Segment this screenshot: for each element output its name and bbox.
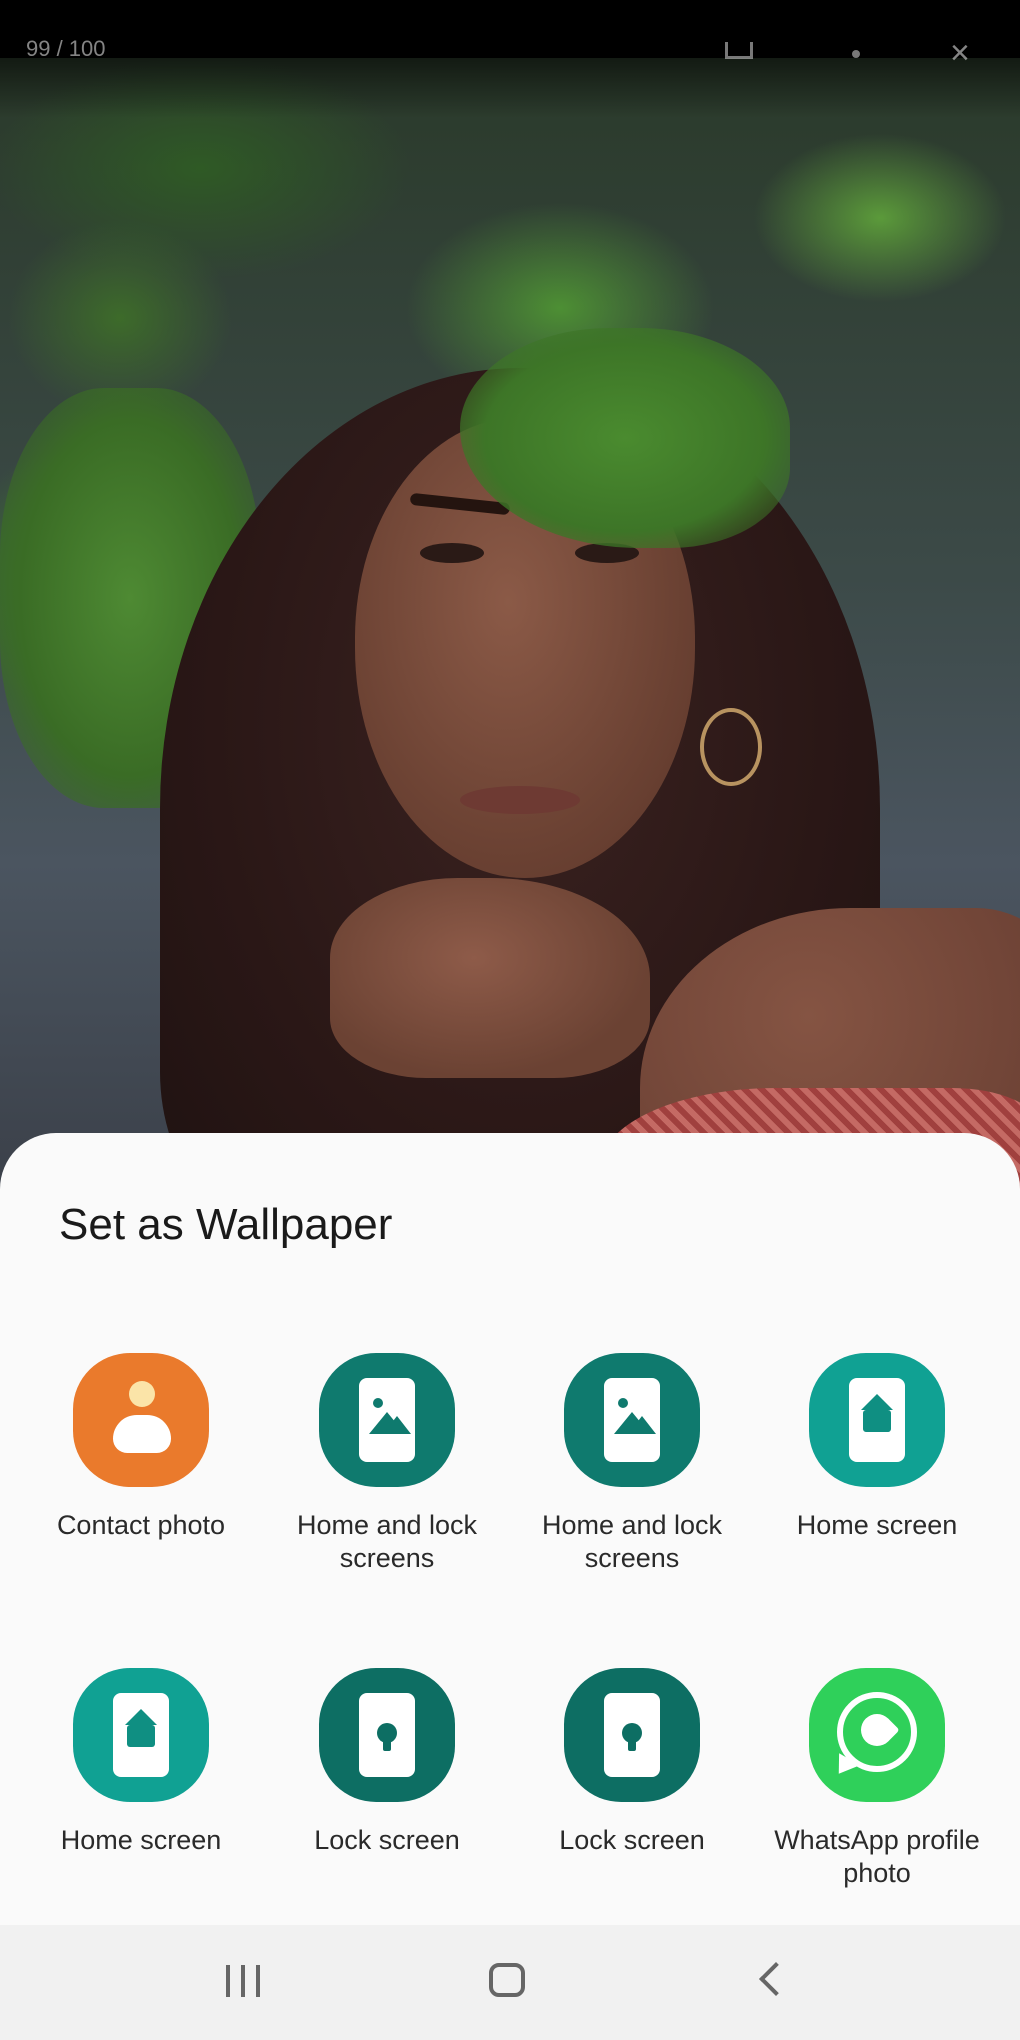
expand-icon[interactable] (725, 42, 753, 59)
option-label: Home screen (60, 1825, 222, 1855)
whatsapp-icon (809, 1668, 945, 1802)
recent-apps-icon[interactable] (226, 1965, 264, 1997)
left-eye (420, 543, 484, 563)
close-icon[interactable]: × (950, 34, 970, 73)
option-label: Home screen (796, 1510, 958, 1540)
viewer-toolbar: 99 / 100 × (0, 34, 1020, 72)
option-label: Contact photo (56, 1510, 226, 1540)
home-screen-icon (73, 1668, 209, 1802)
option-label: Lock screen (314, 1825, 460, 1855)
wallpaper-preview-image (0, 58, 1020, 1208)
lock-screen-icon (319, 1668, 455, 1802)
lock-screen-icon (564, 1668, 700, 1802)
contact-photo-icon (73, 1353, 209, 1487)
option-label: Home and lock screens (296, 1510, 478, 1573)
home-screen-icon (809, 1353, 945, 1487)
option-label: WhatsApp profile photo (774, 1825, 980, 1888)
navigation-bar (0, 1925, 1020, 2040)
option-label: Home and lock screens (541, 1510, 723, 1573)
more-options-icon[interactable] (852, 50, 860, 58)
mouth-shape (460, 786, 580, 814)
sheet-title: Set as Wallpaper (59, 1200, 393, 1249)
earring-shape (700, 708, 762, 786)
option-label: Lock screen (559, 1825, 705, 1855)
gallery-image-icon (564, 1353, 700, 1487)
hand-shape (330, 878, 650, 1078)
back-icon[interactable] (759, 1962, 793, 1996)
image-counter: 99 / 100 (26, 36, 106, 61)
home-nav-icon[interactable] (489, 1963, 525, 1997)
gallery-image-icon (319, 1353, 455, 1487)
set-wallpaper-sheet: Set as Wallpaper Contact photo Home and … (0, 1133, 1020, 1925)
